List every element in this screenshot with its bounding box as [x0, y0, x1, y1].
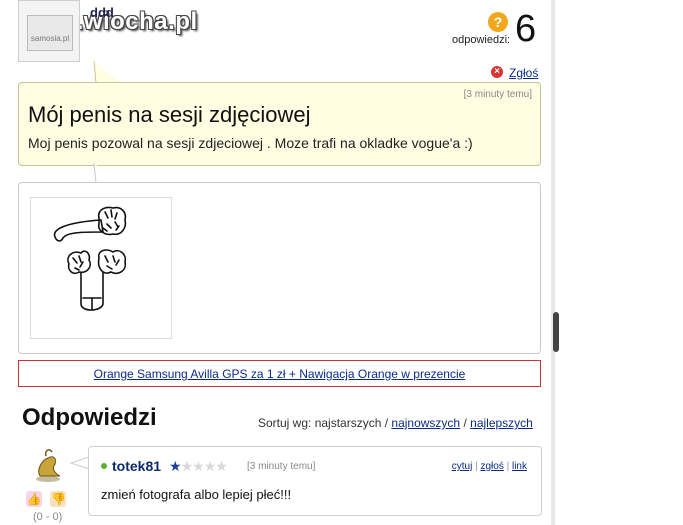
thumb-down-icon[interactable]: 👎 — [50, 491, 67, 507]
online-status-icon — [101, 463, 107, 469]
star-empty-icon: ★ — [203, 458, 217, 474]
reply-timestamp: [3 minuty temu] — [247, 461, 316, 472]
star-empty-icon: ★ — [215, 458, 228, 474]
vote-buttons: 👍 👎 — [26, 490, 67, 508]
report-reply-link[interactable]: zgłoś — [480, 461, 503, 472]
sort-newest-link[interactable]: najnowszych — [391, 416, 460, 430]
attached-drawing-image[interactable] — [30, 197, 172, 339]
sort-separator: / — [463, 416, 467, 430]
permalink-link[interactable]: link — [512, 461, 527, 472]
sponsored-link[interactable]: Orange Samsung Avilla GPS za 1 zł + Nawi… — [94, 367, 466, 381]
report-link[interactable]: Zgłoś — [509, 66, 538, 80]
answers-heading: Odpowiedzi — [22, 404, 157, 431]
author-username[interactable]: ddd — [90, 5, 114, 20]
reply-author-avatar[interactable] — [28, 446, 68, 486]
question-box: [3 minuty temu] Mój penis na sesji zdjęc… — [18, 82, 541, 166]
user-rating-stars: ★★★★★ — [169, 458, 228, 475]
question-title: Mój penis na sesji zdjęciowej — [28, 102, 311, 127]
reply-actions: cytuj | zgłoś | link — [451, 461, 527, 472]
report-icon[interactable]: × — [491, 66, 503, 78]
doodle-drawing — [53, 206, 127, 311]
quote-link[interactable]: cytuj — [452, 461, 473, 472]
star-filled-icon: ★ — [169, 458, 182, 474]
scroll-handle[interactable] — [553, 312, 559, 352]
question-body: Moj penis pozowal na sesji zdjeciowej . … — [28, 135, 473, 151]
reply-box: totek81 ★★★★★ [3 minuty temu] cytuj | zg… — [88, 446, 542, 516]
reply-bubble-tail — [70, 456, 90, 470]
star-empty-icon: ★ — [180, 458, 194, 474]
sort-best-link[interactable]: najlepszych — [470, 416, 533, 430]
speech-bubble-tail — [93, 60, 120, 84]
question-timestamp: [3 minuty temu] — [463, 89, 532, 100]
sort-options: Sortuj wg: najstarszych / najnowszych / … — [258, 416, 533, 430]
image-box-tail — [93, 163, 120, 184]
image-attachment-box — [18, 182, 541, 354]
page-edge-divider — [551, 0, 555, 525]
sponsored-link-box: Orange Samsung Avilla GPS za 1 zł + Nawi… — [18, 360, 541, 387]
sort-label: Sortuj wg: najstarszych / — [258, 416, 389, 430]
reply-username[interactable]: totek81 — [112, 458, 161, 474]
avatar-placeholder-image: samosia.pl — [27, 15, 73, 51]
question-mark-icon: ? — [488, 12, 508, 32]
answers-count: 6 — [515, 8, 537, 50]
thumb-up-icon[interactable]: 👍 — [26, 491, 42, 507]
vote-count: (0 - 0) — [33, 511, 63, 523]
answers-count-label: odpowiedzi: — [452, 34, 511, 46]
reply-body: zmień fotografa albo lepiej płeć!!! — [101, 487, 292, 502]
author-avatar[interactable]: samosia.pl — [18, 0, 80, 62]
star-empty-icon: ★ — [192, 458, 205, 474]
